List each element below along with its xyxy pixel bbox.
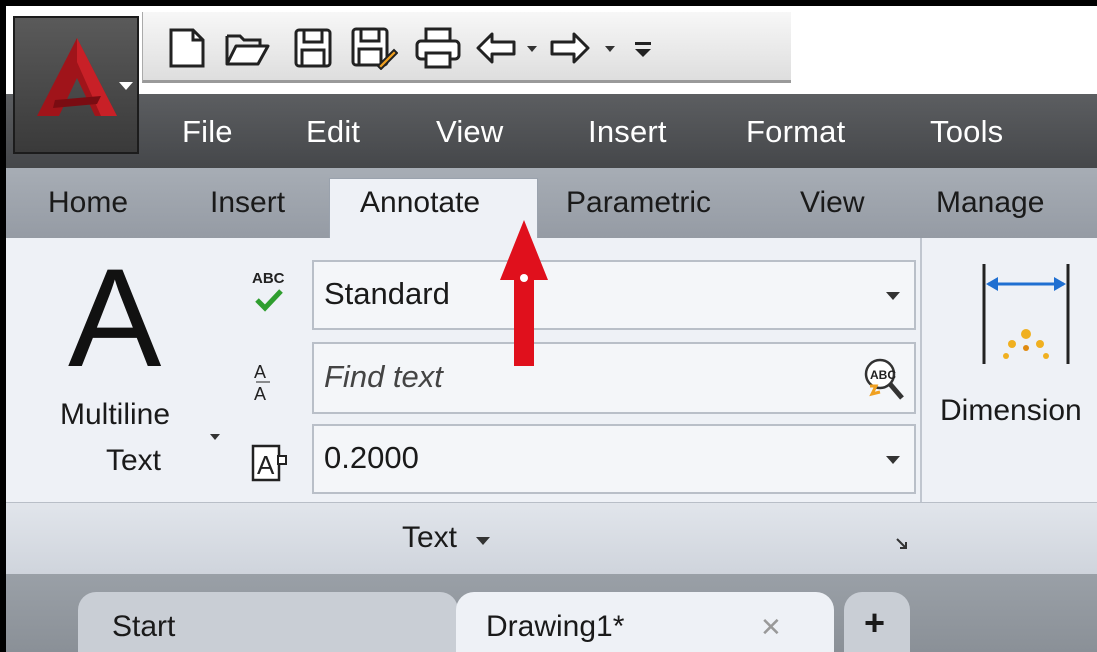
chevron-down-icon (119, 82, 133, 90)
chevron-down-icon[interactable] (476, 537, 490, 545)
autocad-window: File Edit View Insert Format Tools Home … (6, 6, 1097, 652)
open-icon[interactable] (223, 24, 271, 72)
text-height-value: 0.2000 (324, 440, 419, 475)
menu-format[interactable]: Format (746, 114, 845, 150)
find-text-icon: AA (252, 358, 274, 408)
text-panel-title[interactable]: Text (402, 521, 457, 555)
text-style-value: Standard (324, 276, 450, 311)
doc-tab-drawing1[interactable]: Drawing1* ✕ (456, 592, 834, 652)
find-replace-icon[interactable]: ABC (860, 356, 906, 402)
save-as-icon[interactable] (349, 24, 399, 72)
quick-access-toolbar (142, 12, 791, 83)
svg-text:A: A (254, 362, 266, 382)
new-tab-button[interactable]: + (844, 592, 910, 652)
text-style-dropdown[interactable]: Standard (312, 260, 916, 330)
find-text-input[interactable] (322, 356, 846, 398)
spell-check-icon[interactable]: ABC (250, 270, 300, 316)
ribbon-panel: A Multiline Text ABC AA A Standard ABC (6, 220, 1097, 508)
annotation-arrow-icon (500, 220, 548, 366)
undo-icon[interactable] (473, 24, 519, 72)
chevron-down-icon (886, 456, 900, 464)
close-icon[interactable]: ✕ (760, 612, 782, 643)
tab-manage[interactable]: Manage (936, 186, 1044, 220)
new-icon[interactable] (165, 24, 209, 72)
menu-insert[interactable]: Insert (588, 114, 667, 150)
svg-text:ABC: ABC (870, 368, 896, 382)
multiline-text-dropdown-caret[interactable] (210, 434, 220, 440)
text-height-dropdown[interactable]: 0.2000 (312, 424, 916, 494)
application-menu-button[interactable] (13, 16, 139, 154)
text-a-icon: A (68, 239, 162, 396)
multiline-text-label-1: Multiline (60, 398, 171, 431)
svg-text:A: A (257, 450, 275, 480)
undo-dropdown-caret[interactable] (527, 46, 537, 52)
text-height-icon: A (250, 442, 290, 486)
title-bar (6, 6, 1097, 94)
menu-file[interactable]: File (182, 114, 233, 150)
tab-insert[interactable]: Insert (210, 186, 285, 220)
text-panel-footer: Text (6, 502, 1097, 575)
tab-home[interactable]: Home (48, 186, 128, 220)
document-tab-bar: Start Drawing1* ✕ + (6, 574, 1097, 652)
plus-icon: + (864, 602, 886, 643)
svg-text:A: A (254, 384, 266, 404)
multiline-text-button[interactable]: A Multiline Text (46, 248, 226, 498)
dimension-icon (982, 264, 1070, 364)
menu-edit[interactable]: Edit (306, 114, 360, 150)
redo-dropdown-caret[interactable] (605, 46, 615, 52)
tab-view[interactable]: View (800, 186, 864, 220)
plot-icon[interactable] (413, 24, 463, 72)
chevron-down-icon (886, 292, 900, 300)
menu-bar: File Edit View Insert Format Tools (6, 94, 1097, 168)
tab-parametric[interactable]: Parametric (566, 186, 711, 220)
menu-tools[interactable]: Tools (930, 114, 1003, 150)
redo-icon[interactable] (547, 24, 593, 72)
dimension-label: Dimension (940, 394, 1082, 427)
find-text-field: ABC (312, 342, 916, 414)
multiline-text-label-2: Text (106, 444, 162, 477)
save-icon[interactable] (291, 24, 335, 72)
menu-view[interactable]: View (436, 114, 503, 150)
tab-annotate[interactable]: Annotate (360, 186, 480, 220)
autocad-logo-icon (37, 38, 117, 116)
doc-tab-start[interactable]: Start (78, 592, 458, 652)
dialog-launcher-icon[interactable] (896, 537, 908, 549)
dimension-button[interactable]: Dimension (936, 258, 1097, 438)
customize-icon[interactable] (631, 24, 655, 72)
